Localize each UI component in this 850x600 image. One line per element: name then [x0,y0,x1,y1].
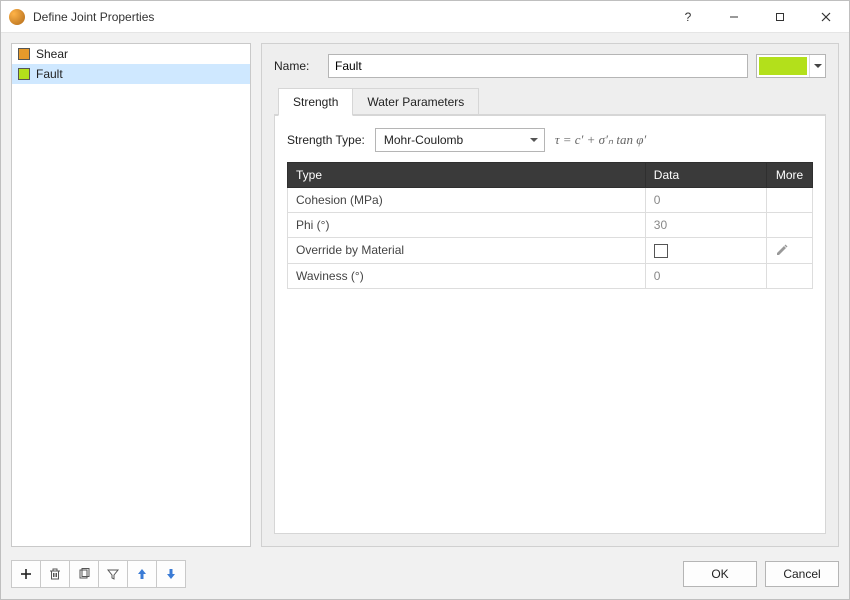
edit-icon [775,243,804,257]
cell-more [767,263,813,288]
color-picker[interactable] [756,54,826,78]
maximize-icon [775,12,785,22]
cell-more [767,188,813,213]
table-row[interactable]: Override by Material [288,238,813,264]
override-checkbox[interactable] [654,244,668,258]
trash-icon [48,567,62,581]
copy-icon [77,567,91,581]
ok-button[interactable]: OK [683,561,757,587]
plus-icon [19,567,33,581]
dialog-window: Define Joint Properties ? Shear [0,0,850,600]
list-item[interactable]: Fault [12,64,250,84]
svg-text:?: ? [685,11,692,23]
tab-panel: Strength Type: Mohr-Coulomb τ = c′ + σ′ₙ… [274,114,826,534]
button-label: OK [711,567,728,581]
app-icon [9,9,25,25]
cell-type: Cohesion (MPa) [288,188,646,213]
cell-data[interactable]: 30 [645,213,766,238]
arrow-down-icon [164,567,178,581]
list-item-label: Fault [36,67,63,81]
dialog-footer: OK Cancel [1,557,849,599]
filter-button[interactable] [98,560,128,588]
cell-data[interactable]: 0 [645,188,766,213]
cell-type: Override by Material [288,238,646,264]
strength-formula: τ = c′ + σ′ₙ tan φ′ [555,132,646,148]
maximize-button[interactable] [757,1,803,33]
col-type: Type [288,163,646,188]
table-row[interactable]: Waviness (°) 0 [288,263,813,288]
move-down-button[interactable] [156,560,186,588]
strength-type-value: Mohr-Coulomb [384,133,463,147]
color-swatch [18,48,30,60]
titlebar: Define Joint Properties ? [1,1,849,33]
chevron-down-icon [809,55,825,77]
copy-button[interactable] [69,560,99,588]
joint-list[interactable]: Shear Fault [12,44,250,546]
table-row[interactable]: Phi (°) 30 [288,213,813,238]
close-button[interactable] [803,1,849,33]
minimize-button[interactable] [711,1,757,33]
add-button[interactable] [11,560,41,588]
table-row[interactable]: Cohesion (MPa) 0 [288,188,813,213]
move-up-button[interactable] [127,560,157,588]
list-toolbar [11,560,185,588]
color-swatch [18,68,30,80]
cancel-button[interactable]: Cancel [765,561,839,587]
tab-label: Strength [293,95,338,109]
tabs: Strength Water Parameters [278,87,826,115]
properties-panel: Name: Strength Water Parameters [261,43,839,547]
arrow-up-icon [135,567,149,581]
tab-label: Water Parameters [367,95,464,109]
chevron-down-icon [530,136,538,144]
tab-content-strength: Strength Type: Mohr-Coulomb τ = c′ + σ′ₙ… [275,115,825,533]
cell-type: Phi (°) [288,213,646,238]
window-title: Define Joint Properties [33,10,154,24]
col-more: More [767,163,813,188]
button-label: Cancel [783,567,820,581]
color-chip [759,57,807,75]
tab-water-parameters[interactable]: Water Parameters [352,88,479,116]
name-input[interactable] [328,54,748,78]
list-item[interactable]: Shear [12,44,250,64]
help-icon: ? [682,11,694,23]
close-icon [821,12,831,22]
filter-icon [106,567,120,581]
strength-type-row: Strength Type: Mohr-Coulomb τ = c′ + σ′ₙ… [287,128,813,152]
cell-data[interactable] [645,238,766,264]
strength-type-select[interactable]: Mohr-Coulomb [375,128,545,152]
delete-button[interactable] [40,560,70,588]
list-item-label: Shear [36,47,68,61]
help-button[interactable]: ? [665,1,711,33]
minimize-icon [729,12,739,22]
name-label: Name: [274,59,320,73]
cell-more[interactable] [767,238,813,264]
dialog-body: Shear Fault Name: [1,33,849,557]
table-header-row: Type Data More [288,163,813,188]
cell-type: Waviness (°) [288,263,646,288]
strength-type-label: Strength Type: [287,133,365,147]
name-row: Name: [274,54,826,78]
joint-list-panel: Shear Fault [11,43,251,547]
tab-strength[interactable]: Strength [278,88,353,116]
cell-data[interactable]: 0 [645,263,766,288]
parameters-table: Type Data More Cohesion (MPa) 0 [287,162,813,289]
col-data: Data [645,163,766,188]
cell-more [767,213,813,238]
